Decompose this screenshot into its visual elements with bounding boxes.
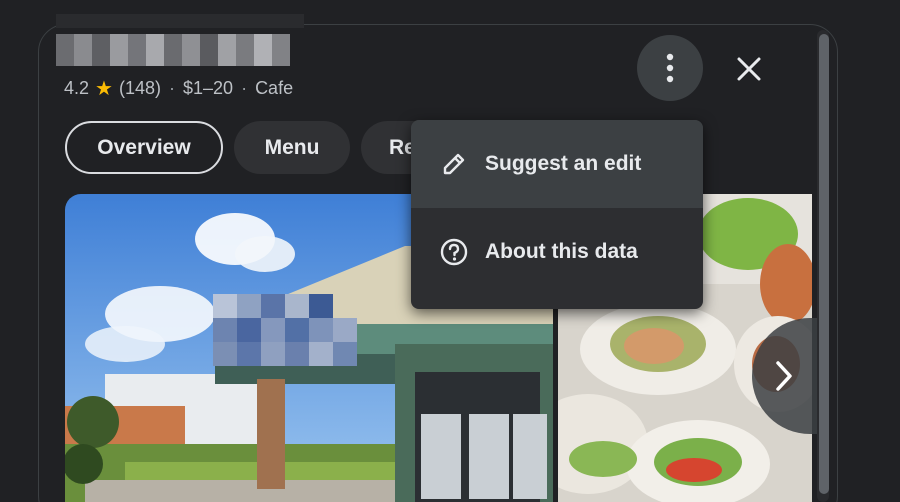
help-circle-icon [439,237,469,267]
place-meta: 4.2 ★ (148) · $1–20 · Cafe [64,76,293,101]
close-button[interactable] [728,48,770,90]
more-options-menu: Suggest an edit About this data [411,120,703,309]
review-count[interactable]: (148) [119,78,161,99]
scrollbar-thumb[interactable] [819,34,829,494]
separator-dot: · [241,78,248,98]
menu-item-label: About this data [485,240,638,263]
star-icon: ★ [95,78,113,100]
pencil-icon [439,149,469,179]
more-options-button[interactable] [637,35,703,101]
rating-value: 4.2 [64,78,90,98]
place-category[interactable]: Cafe [255,78,293,99]
chevron-right-icon [776,361,792,391]
more-vert-icon [666,53,674,83]
tab-overview[interactable]: Overview [65,121,223,174]
separator-dot: · [169,78,175,98]
menu-item-label: Suggest an edit [485,152,642,175]
menu-item-about-data[interactable]: About this data [411,208,703,296]
price-range: $1–20 [183,78,234,98]
menu-item-suggest-edit[interactable]: Suggest an edit [411,120,703,208]
close-icon [737,57,761,81]
place-title-redacted [56,14,304,66]
tab-menu[interactable]: Menu [234,121,350,174]
